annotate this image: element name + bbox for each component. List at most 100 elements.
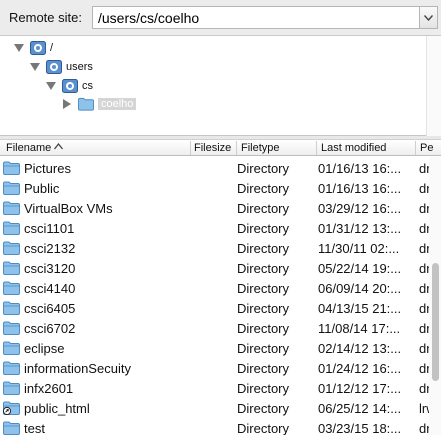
file-last-modified: 01/24/12 16:... <box>318 361 402 376</box>
file-row[interactable]: test Directory 03/23/15 18:... dr <box>0 418 441 435</box>
folder-icon <box>3 381 20 395</box>
tree-node-root[interactable]: / <box>14 38 53 57</box>
file-row[interactable]: csci6702 Directory 11/08/14 17:... dr <box>0 318 441 338</box>
column-header-filename[interactable]: Filename <box>6 142 64 154</box>
file-type: Directory <box>237 241 290 256</box>
column-header-filesize[interactable]: Filesize <box>194 142 231 154</box>
file-last-modified: 01/31/12 13:... <box>318 221 402 236</box>
column-divider[interactable] <box>236 141 237 155</box>
file-row[interactable]: public_html Directory 06/25/12 14:... lrw <box>0 398 441 418</box>
expanded-triangle-icon[interactable] <box>30 62 40 72</box>
file-row[interactable]: csci1101 Directory 01/31/12 13:... dr <box>0 218 441 238</box>
file-list-header: Filename Filesize Filetype Last modified… <box>0 139 441 156</box>
column-divider[interactable] <box>415 141 416 155</box>
tree-node-label: users <box>66 60 93 73</box>
tree-node-label-selected: coelho <box>98 97 137 110</box>
file-list-scrollbar[interactable] <box>429 157 441 435</box>
file-name: csci4140 <box>24 281 76 296</box>
file-type: Directory <box>237 421 290 435</box>
folder-icon <box>3 301 20 315</box>
file-type: Directory <box>237 261 290 276</box>
remote-site-history-dropdown[interactable] <box>420 6 438 29</box>
file-name: csci6405 <box>24 301 76 316</box>
network-drive-icon <box>30 40 46 55</box>
file-last-modified: 04/13/15 21:... <box>318 301 402 316</box>
file-row[interactable]: eclipse Directory 02/14/12 13:... dr <box>0 338 441 358</box>
folder-icon <box>3 241 20 255</box>
file-row[interactable]: csci4140 Directory 06/09/14 20:... dr <box>0 278 441 298</box>
file-type: Directory <box>237 341 290 356</box>
tree-node-coelho[interactable]: coelho <box>62 94 137 113</box>
column-divider[interactable] <box>190 141 191 155</box>
expanded-triangle-icon[interactable] <box>46 81 56 91</box>
tree-node-users[interactable]: users <box>30 57 93 76</box>
column-header-permissions[interactable]: Pe <box>420 142 433 154</box>
file-row[interactable]: csci2132 Directory 11/30/11 02:... dr <box>0 238 441 258</box>
file-last-modified: 01/16/13 16:... <box>318 161 402 176</box>
file-name: eclipse <box>24 341 65 356</box>
scrollbar-thumb[interactable] <box>432 263 439 381</box>
file-last-modified: 01/16/13 16:... <box>318 181 402 196</box>
folder-icon <box>3 261 20 275</box>
file-type: Directory <box>237 401 290 416</box>
file-last-modified: 03/29/12 16:... <box>318 201 402 216</box>
folder-icon <box>3 221 20 235</box>
tree-scrollbar[interactable] <box>426 36 441 136</box>
collapsed-triangle-icon[interactable] <box>62 98 72 109</box>
file-row[interactable]: csci6405 Directory 04/13/15 21:... dr <box>0 298 441 318</box>
folder-icon <box>3 161 20 175</box>
folder-icon <box>3 181 20 195</box>
column-divider[interactable] <box>316 141 317 155</box>
file-name: csci2132 <box>24 241 76 256</box>
file-last-modified: 06/09/14 20:... <box>318 281 402 296</box>
file-type: Directory <box>237 301 290 316</box>
tree-node-label: cs <box>82 79 93 92</box>
remote-directory-tree[interactable]: / users cs coelho <box>0 36 441 136</box>
file-name: csci1101 <box>24 221 75 236</box>
file-last-modified: 01/12/12 17:... <box>318 381 402 396</box>
folder-icon <box>3 361 20 375</box>
folder-icon <box>3 281 20 295</box>
file-name: Pictures <box>24 161 71 176</box>
network-drive-icon <box>62 78 78 93</box>
file-name: public_html <box>24 401 90 416</box>
remote-site-bar: Remote site: <box>0 0 441 36</box>
file-name: informationSecuity <box>24 361 131 376</box>
file-last-modified: 11/08/14 17:... <box>318 321 401 336</box>
file-name: Public <box>24 181 60 196</box>
file-name: test <box>24 421 45 435</box>
folder-icon <box>78 97 94 111</box>
column-header-last-modified[interactable]: Last modified <box>321 142 386 154</box>
file-last-modified: 02/14/12 13:... <box>318 341 402 356</box>
tree-node-cs[interactable]: cs <box>46 76 93 95</box>
remote-file-list[interactable]: Filename Filesize Filetype Last modified… <box>0 139 441 435</box>
file-type: Directory <box>237 281 290 296</box>
sort-ascending-icon <box>54 142 64 150</box>
network-drive-icon <box>46 59 62 74</box>
file-type: Directory <box>237 161 290 176</box>
column-header-filetype[interactable]: Filetype <box>241 142 280 154</box>
file-name: csci6702 <box>24 321 76 336</box>
remote-site-label: Remote site: <box>9 10 82 25</box>
file-row[interactable]: Pictures Directory 01/16/13 16:... dr <box>0 158 441 178</box>
file-type: Directory <box>237 321 290 336</box>
remote-site-path-input[interactable] <box>92 6 420 29</box>
file-type: Directory <box>237 201 290 216</box>
file-last-modified: 03/23/15 18:... <box>318 421 402 435</box>
file-row[interactable]: VirtualBox VMs Directory 03/29/12 16:... dr <box>0 198 441 218</box>
file-row[interactable]: infx2601 Directory 01/12/12 17:... dr <box>0 378 441 398</box>
file-name: infx2601 <box>24 381 74 396</box>
file-row[interactable]: Public Directory 01/16/13 16:... dr <box>0 178 441 198</box>
file-name: VirtualBox VMs <box>24 201 113 216</box>
file-last-modified: 05/22/14 19:... <box>318 261 402 276</box>
folder-icon <box>3 201 20 215</box>
folder-icon <box>3 341 20 355</box>
expanded-triangle-icon[interactable] <box>14 43 24 53</box>
file-name: csci3120 <box>24 261 76 276</box>
file-row[interactable]: informationSecuity Directory 01/24/12 16:.… <box>0 358 441 378</box>
folder-icon <box>3 321 20 335</box>
file-last-modified: 06/25/12 14:... <box>318 401 402 416</box>
file-row[interactable]: csci3120 Directory 05/22/14 19:... dr <box>0 258 441 278</box>
folder-link-icon <box>3 401 20 415</box>
file-type: Directory <box>237 361 290 376</box>
